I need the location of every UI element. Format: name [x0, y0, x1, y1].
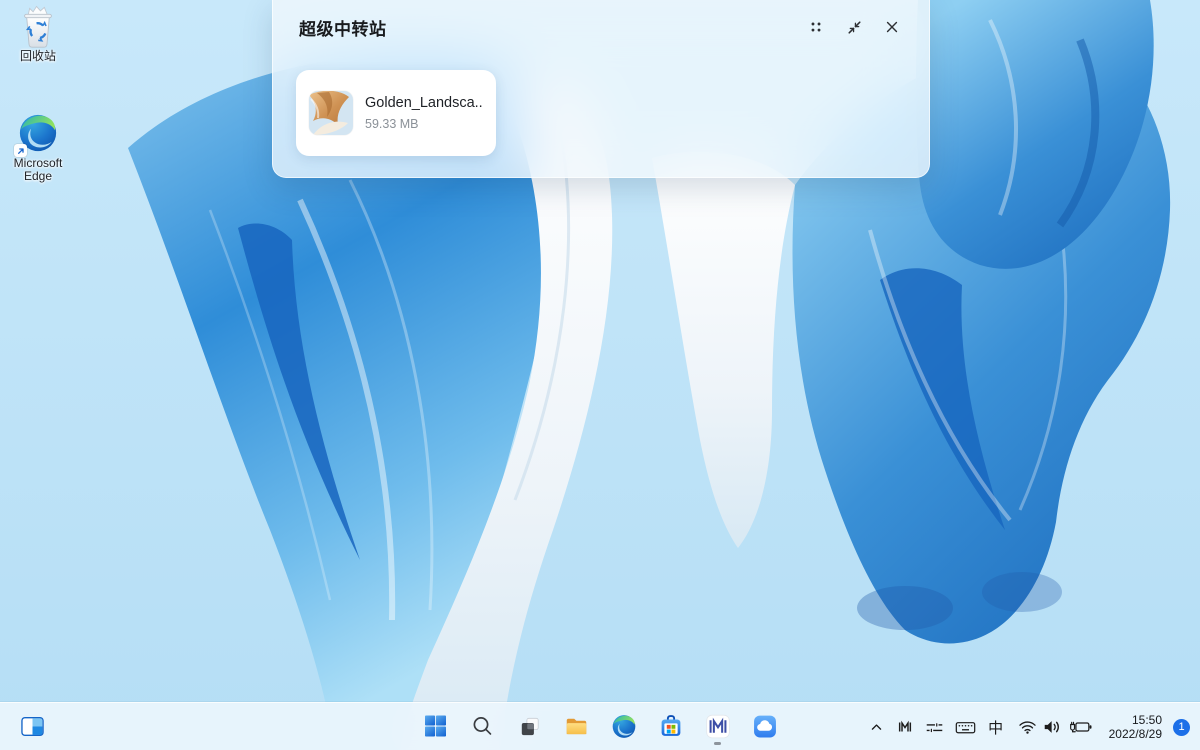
- file-meta: Golden_Landsca... 59.33 MB: [365, 95, 484, 131]
- recycle-bin-icon: [18, 4, 58, 49]
- more-button[interactable]: [801, 12, 831, 42]
- search-button[interactable]: [463, 706, 503, 746]
- battery-charging-icon: [1068, 719, 1093, 735]
- shortcut-arrow-icon: [14, 144, 27, 157]
- clock-time: 15:50: [1109, 713, 1162, 728]
- m-app-icon: [705, 714, 730, 739]
- m-app-tray-button[interactable]: [891, 707, 919, 747]
- task-view-button[interactable]: [510, 706, 550, 746]
- touch-keyboard-icon: [955, 719, 976, 736]
- search-icon: [471, 714, 495, 738]
- widgets-icon: [19, 713, 46, 740]
- clock[interactable]: 15:50 2022/8/29: [1101, 713, 1166, 742]
- m-app-tray-icon: [896, 718, 914, 736]
- file-explorer-button[interactable]: [557, 706, 597, 746]
- panel-window-controls: [801, 12, 907, 42]
- clock-date: 2022/8/29: [1109, 727, 1162, 742]
- running-indicator: [714, 742, 721, 745]
- desktop-icon-label: Microsoft Edge: [3, 157, 73, 183]
- close-button[interactable]: [877, 12, 907, 42]
- chevron-up-icon: [870, 721, 883, 734]
- ime-indicator-button[interactable]: 中: [982, 707, 1010, 747]
- touch-keyboard-button[interactable]: [951, 707, 981, 747]
- edge-icon: [611, 714, 636, 739]
- network-volume-battery-button[interactable]: [1011, 707, 1100, 747]
- file-explorer-icon: [564, 713, 590, 739]
- store-icon: [658, 714, 683, 739]
- start-icon: [424, 714, 448, 738]
- desktop-icon-list: 回收站 Microsoft Edge: [2, 4, 74, 183]
- volume-icon: [1043, 719, 1062, 735]
- show-hidden-icons-button[interactable]: [864, 707, 890, 747]
- edge-button[interactable]: [604, 706, 644, 746]
- cloud-app-button[interactable]: [745, 706, 785, 746]
- close-icon: [884, 19, 900, 35]
- panel-header: 超级中转站: [273, 0, 929, 54]
- task-view-icon: [517, 714, 542, 739]
- desktop-icon-label: 回收站: [20, 50, 56, 63]
- ime-indicator: 中: [988, 717, 1003, 738]
- transfer-station-panel: 超级中转站: [272, 0, 930, 178]
- system-tray: 中: [864, 705, 1194, 749]
- desktop-icon-edge[interactable]: Microsoft Edge: [2, 111, 74, 183]
- file-card[interactable]: Golden_Landsca... 59.33 MB: [296, 70, 496, 156]
- golden-landscape-thumbnail: [309, 91, 353, 135]
- widgets-button[interactable]: [10, 706, 54, 746]
- desktop: 回收站 Microsoft Edge 超级中转站: [0, 0, 1200, 750]
- start-button[interactable]: [416, 706, 456, 746]
- file-name: Golden_Landsca...: [365, 95, 484, 111]
- notification-badge[interactable]: 1: [1173, 719, 1190, 736]
- grid-dots-icon: [808, 19, 824, 35]
- microsoft-store-button[interactable]: [651, 706, 691, 746]
- sliders-icon: [925, 719, 944, 736]
- quick-settings-button[interactable]: [920, 707, 950, 747]
- taskbar: 中: [0, 702, 1200, 750]
- file-size: 59.33 MB: [365, 117, 484, 131]
- m-app-button[interactable]: [698, 706, 738, 746]
- panel-title: 超级中转站: [299, 15, 801, 40]
- collapse-button[interactable]: [839, 12, 869, 42]
- cloud-icon: [752, 714, 777, 739]
- collapse-icon: [846, 19, 863, 36]
- desktop-icon-recycle-bin[interactable]: 回收站: [2, 4, 74, 63]
- taskbar-app-icons: [416, 706, 785, 746]
- wifi-icon: [1018, 719, 1037, 735]
